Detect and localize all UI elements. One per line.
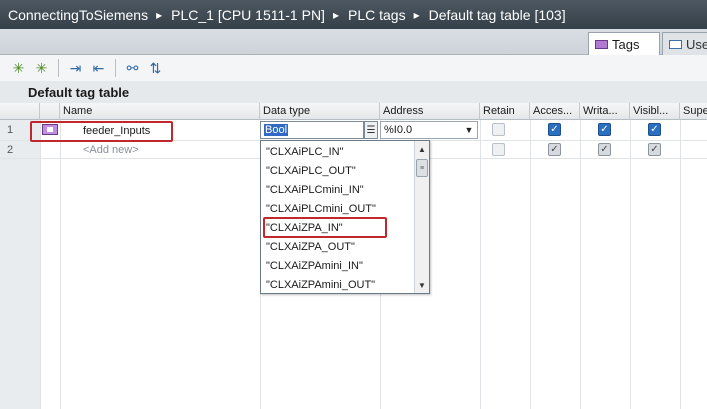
header-name[interactable]: Name bbox=[60, 103, 260, 120]
chevron-down-icon[interactable]: ▼ bbox=[461, 122, 477, 138]
writable-checkbox[interactable]: ✓ bbox=[598, 123, 611, 136]
scroll-up-icon[interactable]: ▲ bbox=[415, 142, 429, 156]
dropdown-option[interactable]: "CLXAiZPAmini_IN" bbox=[266, 256, 416, 275]
column-divider bbox=[40, 120, 41, 409]
scroll-thumb[interactable]: ≡ bbox=[416, 159, 428, 177]
data-type-list-icon[interactable]: ☰ bbox=[364, 121, 378, 139]
accessible-checkbox[interactable]: ✓ bbox=[548, 143, 561, 156]
highlight-box-name bbox=[30, 121, 173, 142]
header-icon bbox=[40, 103, 60, 120]
breadcrumb-project[interactable]: ConnectingToSiemens bbox=[8, 7, 148, 23]
dropdown-scrollbar[interactable]: ▲ ≡ ▼ bbox=[414, 141, 429, 293]
toolbar: ✳ ✳ ⇥ ⇤ ⚯ ⇅ bbox=[0, 55, 707, 81]
import-icon[interactable]: ⇤ bbox=[88, 58, 109, 78]
toolbar-divider bbox=[115, 59, 116, 77]
tab-tags-label: Tags bbox=[612, 36, 640, 52]
retain-checkbox[interactable] bbox=[492, 143, 505, 156]
header-address[interactable]: Address bbox=[380, 103, 480, 120]
dropdown-option[interactable]: "CLXAiPLC_IN" bbox=[266, 142, 416, 161]
header-visible[interactable]: Visibl... bbox=[630, 103, 680, 120]
column-divider bbox=[580, 120, 581, 409]
row-number: 1 bbox=[7, 124, 14, 136]
row-number: 2 bbox=[7, 144, 14, 156]
row-number-column bbox=[0, 120, 40, 409]
header-accessible[interactable]: Acces... bbox=[530, 103, 580, 120]
breadcrumb-plc[interactable]: PLC_1 [CPU 1511-1 PN] bbox=[171, 7, 325, 23]
monitor-all-icon[interactable]: ⚯ bbox=[122, 58, 143, 78]
data-type-value: Bool bbox=[264, 124, 289, 136]
dropdown-option[interactable]: "CLXAiZPA_OUT" bbox=[266, 237, 416, 256]
tab-user-constants-label: Use bbox=[686, 36, 707, 52]
header-supervision[interactable]: Supe bbox=[680, 103, 707, 120]
writable-checkbox[interactable]: ✓ bbox=[598, 143, 611, 156]
visible-checkbox[interactable]: ✓ bbox=[648, 123, 661, 136]
breadcrumb-separator-icon: ▸ bbox=[156, 7, 163, 22]
column-divider bbox=[530, 120, 531, 409]
dropdown-option[interactable]: "CLXAiZPAmini_OUT" bbox=[266, 275, 416, 294]
breadcrumb-tag-table: Default tag table [103] bbox=[428, 6, 566, 23]
breadcrumb-separator-icon: ▸ bbox=[332, 7, 339, 22]
retain-checkbox[interactable] bbox=[492, 123, 505, 136]
dropdown-option[interactable]: "CLXAiPLCmini_IN" bbox=[266, 180, 416, 199]
add-new-row[interactable]: <Add new> bbox=[83, 143, 139, 157]
scroll-down-icon[interactable]: ▼ bbox=[415, 278, 429, 292]
tab-tags[interactable]: Tags bbox=[588, 32, 660, 55]
table-title: Default tag table bbox=[0, 81, 707, 103]
data-type-dropdown: "CLXAiPLC_IN" "CLXAiPLC_OUT" "CLXAiPLCmi… bbox=[260, 140, 430, 294]
data-type-input[interactable]: Bool bbox=[260, 121, 364, 139]
insert-row-icon[interactable]: ✳ bbox=[31, 58, 52, 78]
keep-actual-values-icon[interactable]: ⇅ bbox=[145, 58, 166, 78]
toolbar-divider bbox=[58, 59, 59, 77]
tab-user-constants[interactable]: Use bbox=[662, 32, 707, 55]
visible-checkbox[interactable]: ✓ bbox=[648, 143, 661, 156]
user-constants-icon bbox=[669, 39, 682, 49]
add-row-icon[interactable]: ✳ bbox=[8, 58, 29, 78]
header-writable[interactable]: Writa... bbox=[580, 103, 630, 120]
address-value: %I0.0 bbox=[384, 124, 413, 136]
header-data-type[interactable]: Data type bbox=[260, 103, 380, 120]
export-icon[interactable]: ⇥ bbox=[65, 58, 86, 78]
header-retain[interactable]: Retain bbox=[480, 103, 530, 120]
accessible-checkbox[interactable]: ✓ bbox=[548, 123, 561, 136]
column-divider bbox=[480, 120, 481, 409]
dropdown-option[interactable]: "CLXAiPLC_OUT" bbox=[266, 161, 416, 180]
column-divider bbox=[630, 120, 631, 409]
column-divider bbox=[60, 120, 61, 409]
tag-table-icon bbox=[595, 39, 608, 49]
tab-strip: Tags Use bbox=[0, 29, 707, 55]
column-divider bbox=[680, 120, 681, 409]
breadcrumb: ConnectingToSiemens ▸ PLC_1 [CPU 1511-1 P… bbox=[0, 0, 707, 29]
dropdown-option[interactable]: "CLXAiPLCmini_OUT" bbox=[266, 199, 416, 218]
breadcrumb-plc-tags[interactable]: PLC tags bbox=[348, 7, 406, 23]
header-rownum bbox=[0, 103, 40, 120]
highlight-box-option bbox=[263, 217, 387, 238]
breadcrumb-separator-icon: ▸ bbox=[413, 7, 420, 22]
